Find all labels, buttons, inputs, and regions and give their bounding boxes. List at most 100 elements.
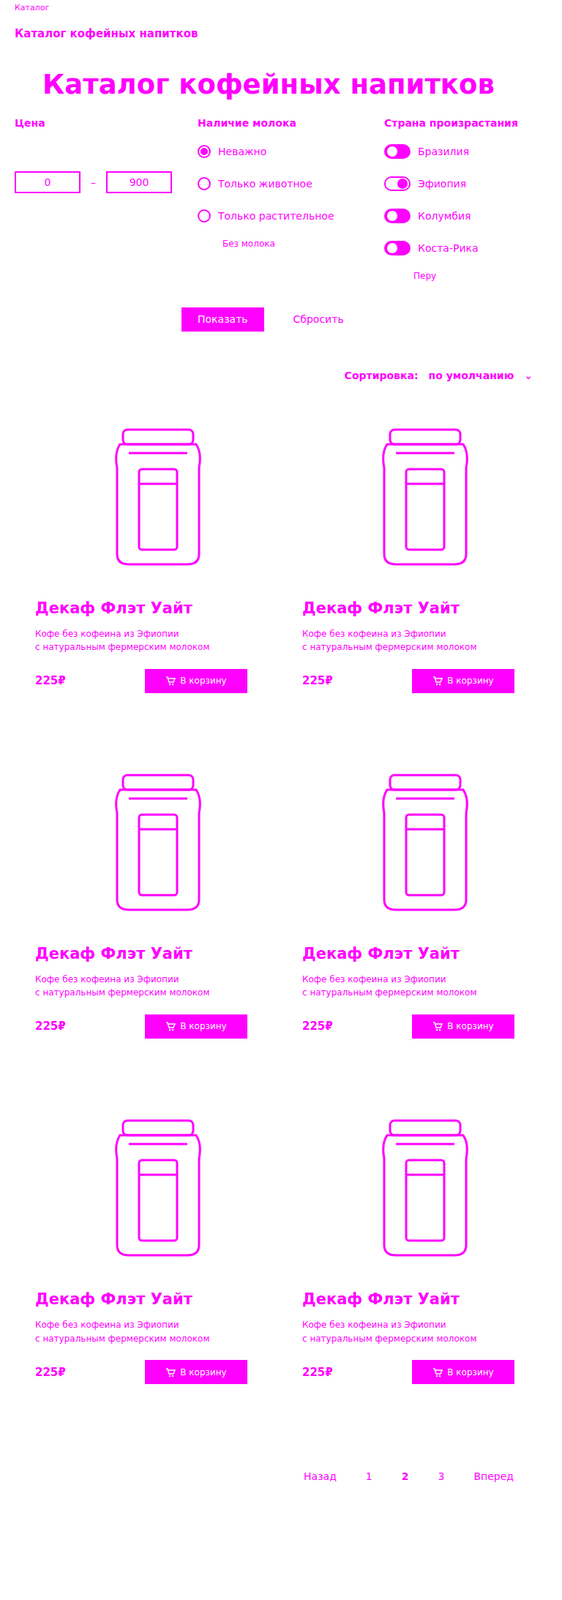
- product-title[interactable]: Декаф Флэт Уайт: [302, 1290, 548, 1308]
- product-title[interactable]: Декаф Флэт Уайт: [35, 599, 281, 617]
- cart-icon: [432, 1366, 443, 1378]
- prev-page[interactable]: Назад: [303, 1470, 337, 1482]
- add-to-cart-button[interactable]: В корзину: [411, 1014, 515, 1039]
- country-option[interactable]: Эфиопия: [384, 174, 548, 194]
- filter-actions: Показать Сбросить: [181, 307, 548, 332]
- product-description: Кофе без кофеина из Эфиопиис натуральным…: [302, 627, 548, 655]
- coffee-can-icon: [373, 769, 477, 916]
- product-description: Кофе без кофеина из Эфиопиис натуральным…: [35, 1317, 281, 1345]
- add-to-cart-button[interactable]: В корзину: [411, 668, 515, 693]
- product-title[interactable]: Декаф Флэт Уайт: [302, 599, 548, 617]
- description-line: с натуральным фермерским молоком: [302, 1331, 548, 1346]
- product-card[interactable]: Декаф Флэт Уайт Кофе без кофеина из Эфиоп…: [302, 411, 548, 693]
- coffee-can-icon: [106, 769, 210, 916]
- coffee-can-icon: [106, 423, 210, 571]
- toggle-switch[interactable]: [384, 144, 411, 159]
- sort-value[interactable]: по умолчанию: [428, 369, 515, 382]
- more-option[interactable]: Перу: [413, 270, 548, 281]
- filter-label: Цена: [14, 117, 198, 129]
- product-title[interactable]: Декаф Флэт Уайт: [302, 944, 548, 963]
- price-row: 225₽ В корзину: [302, 668, 515, 693]
- product-price: 225₽: [35, 1365, 66, 1379]
- page-number[interactable]: 3: [438, 1470, 445, 1482]
- product-image: [35, 1102, 281, 1273]
- product-card[interactable]: Декаф Флэт Уайт Кофе без кофеина из Эфиоп…: [302, 757, 548, 1039]
- product-price: 225₽: [302, 673, 333, 688]
- description-line: Кофе без кофеина из Эфиопии: [35, 1317, 281, 1332]
- milk-option[interactable]: Только животное: [197, 174, 385, 194]
- milk-option[interactable]: Только растительное: [197, 206, 385, 226]
- product-image: [302, 411, 548, 582]
- product-price: 225₽: [302, 1019, 333, 1033]
- description-line: Кофе без кофеина из Эфиопии: [35, 627, 281, 642]
- price-filter: Цена 0–900: [14, 117, 198, 281]
- button-label: В корзину: [447, 1020, 494, 1032]
- toggle-knob: [387, 242, 398, 254]
- toggle-switch[interactable]: [384, 240, 411, 256]
- button-label: В корзину: [180, 1020, 227, 1032]
- description-line: с натуральным фермерским молоком: [302, 985, 548, 1000]
- description-line: Кофе без кофеина из Эфиопии: [302, 972, 548, 987]
- product-title[interactable]: Декаф Флэт Уайт: [35, 1290, 281, 1308]
- milk-filter: Наличие молокаНеважноТолько животноеТоль…: [197, 117, 385, 281]
- add-to-cart-button[interactable]: В корзину: [144, 1014, 248, 1039]
- product-card[interactable]: Декаф Флэт Уайт Кофе без кофеина из Эфиоп…: [35, 1102, 281, 1384]
- add-to-cart-button[interactable]: В корзину: [144, 1359, 248, 1384]
- product-card[interactable]: Декаф Флэт Уайт Кофе без кофеина из Эфиоп…: [35, 757, 281, 1039]
- sort-control[interactable]: Сортировка:по умолчанию⌄: [14, 369, 533, 382]
- radio-button[interactable]: [197, 144, 211, 159]
- price-row: 225₽ В корзину: [35, 1359, 248, 1384]
- price-to-input[interactable]: 900: [106, 171, 172, 194]
- product-image: [35, 757, 281, 928]
- coffee-can-icon: [373, 423, 477, 571]
- radio-button[interactable]: [197, 177, 211, 191]
- toggle-switch[interactable]: [384, 176, 411, 191]
- page-number[interactable]: 2: [401, 1470, 410, 1482]
- country-filter: Страна произрастанияБразилияЭфиопияКолум…: [384, 117, 548, 281]
- next-page[interactable]: Вперед: [473, 1470, 514, 1482]
- price-from: 0: [44, 176, 52, 189]
- country-option[interactable]: Колумбия: [384, 206, 548, 226]
- page-number[interactable]: 1: [365, 1470, 373, 1482]
- coffee-can-icon: [106, 1114, 210, 1261]
- product-price: 225₽: [35, 1019, 66, 1033]
- product-image: [302, 1102, 548, 1273]
- catalog-heading: Каталог кофейных напитков: [42, 69, 548, 101]
- option-label: Только растительное: [218, 210, 335, 222]
- breadcrumb[interactable]: Каталог: [14, 0, 548, 13]
- product-card[interactable]: Декаф Флэт Уайт Кофе без кофеина из Эфиоп…: [302, 1102, 548, 1384]
- description-line: Кофе без кофеина из Эфиопии: [302, 1317, 548, 1332]
- country-option[interactable]: Коста-Рика: [384, 238, 548, 258]
- product-title[interactable]: Декаф Флэт Уайт: [35, 944, 281, 963]
- sort-label: Сортировка:: [344, 369, 419, 382]
- page-title: Каталог кофейных напитков: [14, 27, 548, 41]
- country-option[interactable]: Бразилия: [384, 141, 548, 161]
- description-line: Кофе без кофеина из Эфиопии: [302, 627, 548, 642]
- coffee-can-icon: [373, 1114, 477, 1261]
- option-label: Эфиопия: [417, 177, 467, 190]
- apply-button[interactable]: Показать: [181, 307, 265, 332]
- price-from-input[interactable]: 0: [14, 171, 81, 194]
- toggle-knob: [387, 146, 398, 157]
- toggle-switch[interactable]: [384, 208, 411, 224]
- cart-icon: [165, 675, 176, 686]
- button-label: В корзину: [447, 1366, 494, 1378]
- option-label: Колумбия: [417, 210, 471, 222]
- product-price: 225₽: [35, 673, 66, 688]
- add-to-cart-button[interactable]: В корзину: [144, 668, 248, 693]
- product-card[interactable]: Декаф Флэт Уайт Кофе без кофеина из Эфиоп…: [35, 411, 281, 693]
- product-grid: Декаф Флэт Уайт Кофе без кофеина из Эфиоп…: [14, 411, 548, 1385]
- price-to: 900: [129, 176, 150, 189]
- price-row: 225₽В корзину: [302, 1359, 515, 1384]
- add-to-cart-button[interactable]: В корзину: [411, 1359, 515, 1384]
- description-line: с натуральным фермерским молоком: [35, 985, 281, 1000]
- radio-button[interactable]: [197, 209, 211, 223]
- product-description: Кофе без кофеина из Эфиопиис натуральным…: [302, 972, 548, 1000]
- reset-button[interactable]: Сбросить: [293, 313, 344, 325]
- price-range: 0–900: [14, 171, 198, 194]
- product-description: Кофе без кофеина из Эфиопиис натуральным…: [35, 972, 281, 1000]
- milk-option[interactable]: Неважно: [197, 141, 385, 161]
- toggle-knob: [387, 210, 398, 221]
- button-label: В корзину: [180, 675, 227, 686]
- more-option[interactable]: Без молока: [222, 238, 385, 249]
